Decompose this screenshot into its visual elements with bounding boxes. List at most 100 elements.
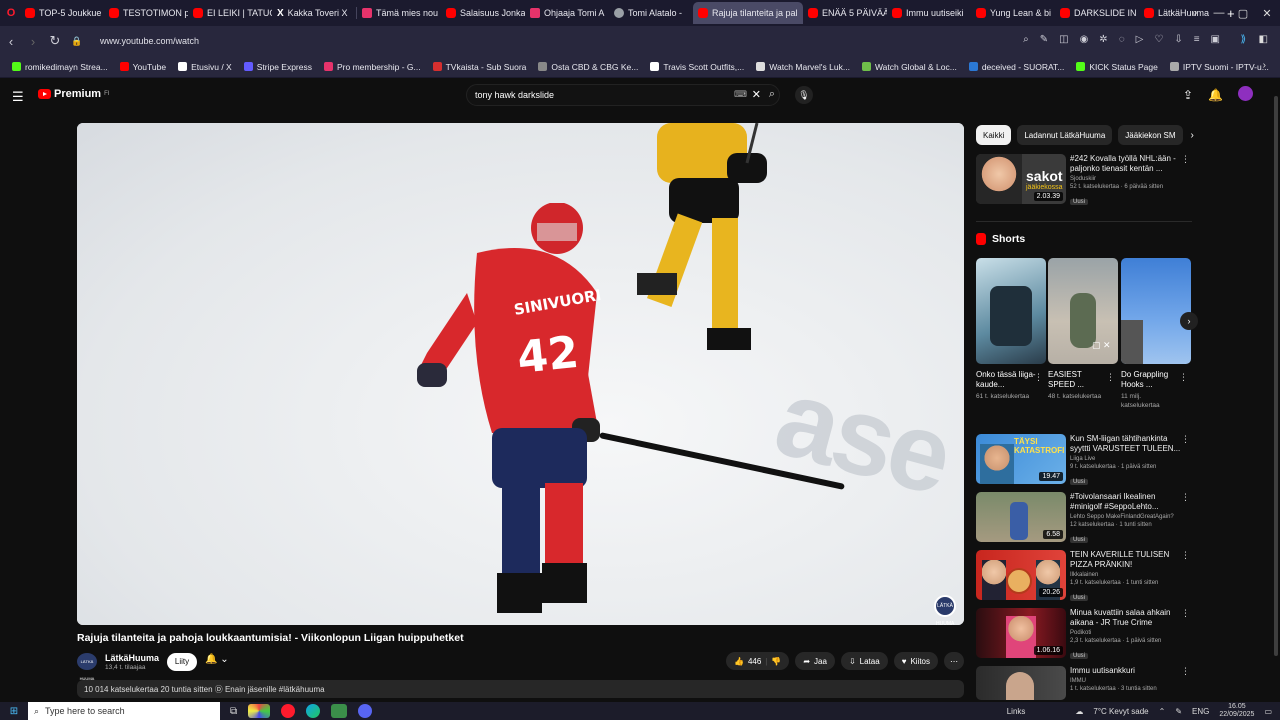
aria-icon[interactable]: ⟫ (1240, 34, 1246, 45)
bookmark-item[interactable]: Stripe Express (238, 62, 318, 72)
keyboard-icon[interactable]: ⌨ (734, 89, 747, 100)
user-avatar[interactable] (1238, 86, 1253, 101)
bookmark-item[interactable]: deceived - SUORAT... (963, 62, 1071, 72)
bookmark-item[interactable]: IPTV Suomi - IPTV-u... (1164, 62, 1275, 72)
video-thumbnail[interactable]: TÄYSI KATASTROFI 19.47 (976, 434, 1066, 484)
clock[interactable]: 16.05 22/09/2025 (1219, 703, 1254, 719)
video-thumbnail[interactable]: sakot jääkiekossa 2.03.39 (976, 154, 1066, 204)
browser-tab[interactable]: Ohjaaja Tomi A (525, 2, 609, 24)
video-player[interactable]: ase SINIVUORI 42 LÄTKÄ HUUMA (77, 123, 964, 625)
thumbs-down-icon[interactable]: 👎 (771, 657, 781, 666)
recommended-title[interactable]: Immu uutisankkuri (1070, 666, 1182, 676)
hamburger-menu-icon[interactable]: ☰ (12, 89, 24, 105)
video-thumbnail[interactable]: 1.06.16 (976, 608, 1066, 658)
more-options-icon[interactable]: ⋮ (1181, 492, 1190, 503)
short-title[interactable]: Do Grappling Hooks ... (1121, 370, 1181, 390)
back-icon[interactable]: ‹ (0, 34, 22, 49)
more-options-icon[interactable]: ⋮ (1181, 434, 1190, 445)
short-title[interactable]: EASIEST SPEED ... (1048, 370, 1108, 390)
links-label[interactable]: Links (1007, 707, 1026, 716)
bookmark-item[interactable]: Pro membership - G... (318, 62, 427, 72)
browser-tab[interactable]: TOP-5 Joukkue (20, 2, 104, 24)
browser-tab[interactable]: EI LEIKI | TATUO (188, 2, 272, 24)
youtube-premium-logo[interactable]: Premium FI (38, 88, 109, 100)
browser-tab[interactable]: X Kakka Toveri X (272, 2, 356, 24)
description-box[interactable]: 10 014 katselukertaa 20 tuntia sitten Ⓓ … (77, 680, 964, 698)
shorts-next-icon[interactable]: › (1180, 312, 1198, 330)
notifications-icon[interactable]: ▭ (1264, 707, 1272, 716)
forward-icon[interactable]: › (22, 34, 44, 49)
short-title[interactable]: Onko tässä liiga-kaude... (976, 370, 1036, 390)
more-options-icon[interactable]: ⋮ (1181, 550, 1190, 561)
video-thumbnail[interactable]: 6.58 (976, 492, 1066, 542)
bookmark-item[interactable]: Travis Scott Outfits,... (644, 62, 750, 72)
more-options-icon[interactable]: ⋮ (1181, 154, 1190, 165)
channel-watermark[interactable]: LÄTKÄ HUUMA (934, 595, 956, 625)
notifications-bell-icon[interactable]: 🔔 (1208, 88, 1223, 102)
browser-tab[interactable]: ENÄÄ 5 PÄIVÄÄ (803, 2, 887, 24)
bookmark-item[interactable]: Osta CBD & CBG Ke... (532, 62, 644, 72)
bookmark-item[interactable]: romikedimayn Strea... (6, 62, 114, 72)
recommended-video[interactable]: 6.58 #Toivolansaari Ikealinen #minigolf … (976, 492, 1192, 544)
sidebar-toggle-icon[interactable]: ◧ (1259, 34, 1268, 45)
recommended-video[interactable]: Immu uutisankkuri IMMU 1 t. katselukertaa… (976, 666, 1192, 700)
create-icon[interactable]: ⇪ (1183, 88, 1193, 102)
more-bookmarks-icon[interactable]: › (1263, 60, 1266, 71)
microphone-icon[interactable]: 🎙 (795, 86, 813, 104)
browser-tab[interactable]: TESTOTIMON p (104, 2, 188, 24)
recommended-title[interactable]: #242 Kovalla työllä NHL:ään - paljonko t… (1070, 154, 1182, 174)
more-options-icon[interactable]: ⋮ (1179, 372, 1188, 383)
vpn-icon[interactable]: ◉ (1080, 34, 1089, 45)
url-field[interactable]: www.youtube.com/watch (100, 36, 199, 46)
chevron-right-icon[interactable]: › (1191, 130, 1194, 141)
copilot-icon[interactable] (248, 704, 271, 718)
share-button[interactable]: ➦ Jaa (795, 652, 835, 670)
play-icon[interactable]: ▷ (1136, 34, 1144, 45)
recommended-video[interactable]: sakot jääkiekossa 2.03.39 #242 Kovalla t… (976, 154, 1192, 206)
discord-icon[interactable] (358, 704, 373, 718)
more-actions-button[interactable]: ⋯ (944, 652, 964, 670)
short-thumbnail[interactable] (976, 258, 1046, 364)
wallet-icon[interactable]: ▣ (1211, 34, 1220, 45)
browser-tab[interactable]: Tämä mies nou (357, 2, 441, 24)
taskbar-search-input[interactable]: ⌕ Type here to search (28, 702, 220, 720)
bookmark-item[interactable]: YouTube (114, 62, 172, 72)
video-thumbnail[interactable]: 20.26 (976, 550, 1066, 600)
browser-tab[interactable]: Tomi Alatalo - (609, 2, 693, 24)
recommended-title[interactable]: #Toivolansaari Ikealinen #minigolf #Sepp… (1070, 492, 1182, 512)
browser-tab[interactable]: Immu uutiseiki (887, 2, 971, 24)
browser-tab-active[interactable]: Rajuja tilanteita ja pal (693, 2, 803, 24)
like-button[interactable]: 👍 446 | 👎 (725, 652, 790, 670)
recommended-title[interactable]: Kun SM-liigan tähtihankinta syyttti VARU… (1070, 434, 1182, 454)
search-input[interactable]: tony hawk darkslide ⌨ ✕ ⌕ (466, 84, 780, 106)
heart-icon[interactable]: ♡ (1154, 34, 1163, 45)
more-options-icon[interactable]: ⋮ (1034, 372, 1043, 383)
recommended-title[interactable]: TEIN KAVERILLE TULISEN PIZZA PRÄNKIN! (1070, 550, 1182, 570)
download-icon[interactable]: ⇩ (1174, 34, 1182, 45)
short-thumbnail[interactable] (1121, 258, 1191, 364)
download-button[interactable]: ⇩ Lataa (840, 652, 888, 670)
shield-icon[interactable]: ◌ (1119, 34, 1125, 45)
close-icon[interactable]: ▢ ✕ (1092, 340, 1111, 351)
thanks-button[interactable]: ♥ Kiitos (893, 652, 938, 670)
video-thumbnail[interactable] (976, 666, 1066, 700)
task-view-icon[interactable]: ⧉ (230, 706, 237, 717)
browser-tab[interactable]: Yung Lean & bi (971, 2, 1055, 24)
more-options-icon[interactable]: ⋮ (1181, 666, 1190, 677)
clear-search-icon[interactable]: ✕ (752, 88, 761, 101)
scrollbar-thumb[interactable] (1274, 96, 1278, 656)
chip-uploaded-by-channel[interactable]: Ladannut LätkäHuuma (1017, 125, 1113, 145)
whatsapp-icon[interactable] (331, 704, 348, 718)
chip-hockey[interactable]: Jääkiekon SM (1118, 125, 1183, 145)
menu-icon[interactable]: ≡ (1194, 34, 1200, 45)
subscribed-bell-icon[interactable]: 🔔 ⌄ (205, 654, 229, 665)
reload-icon[interactable]: ↻ (44, 33, 66, 49)
short-thumbnail[interactable]: ▢ ✕ (1048, 258, 1118, 364)
opera-icon[interactable]: O (2, 7, 20, 19)
more-options-icon[interactable]: ⋮ (1181, 608, 1190, 619)
bookmark-item[interactable]: Watch Global & Loc... (856, 62, 963, 72)
recommended-video[interactable]: TÄYSI KATASTROFI 19.47 Kun SM-liigan täh… (976, 434, 1192, 486)
pen-icon[interactable]: ✎ (1175, 707, 1182, 716)
bookmark-item[interactable]: Watch Marvel's Luk... (750, 62, 856, 72)
chip-all[interactable]: Kaikki (976, 125, 1012, 145)
